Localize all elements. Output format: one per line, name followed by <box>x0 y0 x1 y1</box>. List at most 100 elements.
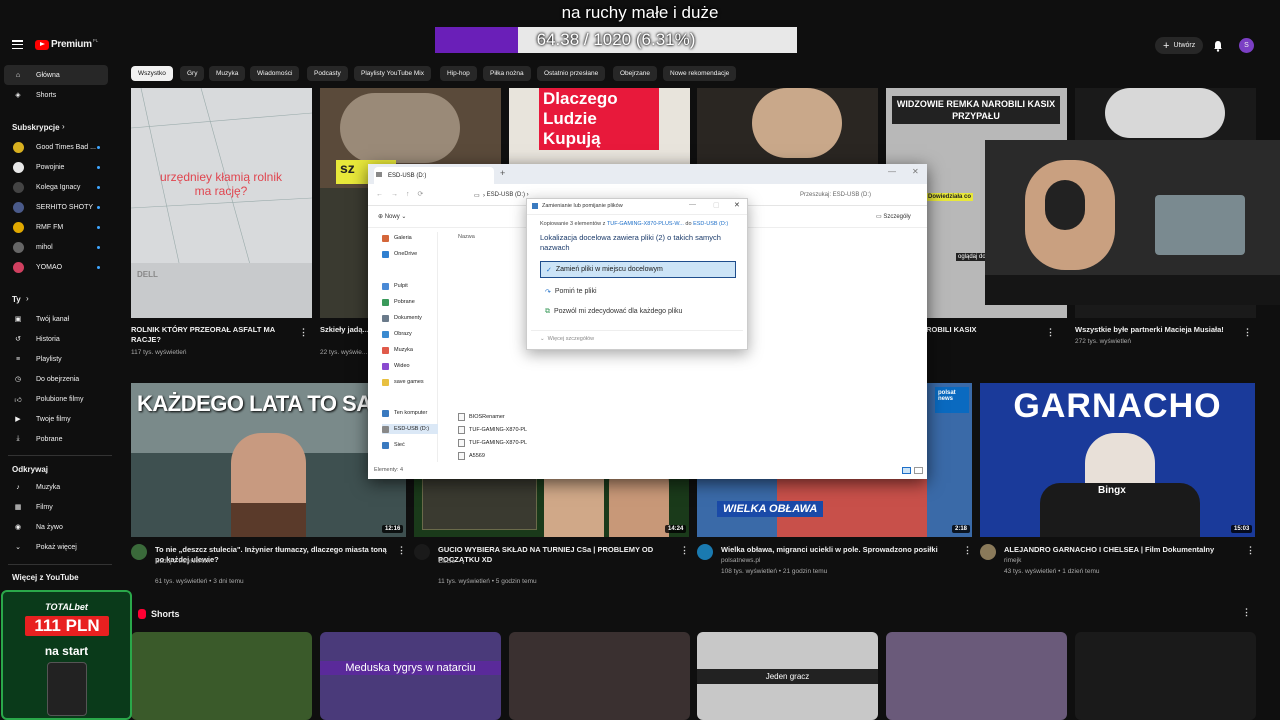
more-details-toggle[interactable]: ⌄ Więcej szczegółów <box>540 336 594 342</box>
video-title[interactable]: GUCIO WYBIERA SKŁAD NA TURNIEJ CSa | PRO… <box>438 545 670 565</box>
dialog-minimize-icon[interactable]: — <box>689 201 696 208</box>
sidebar-item-muzyka[interactable]: ♪ Muzyka <box>4 477 108 497</box>
minimize-icon[interactable]: — <box>888 167 896 176</box>
more-options-icon[interactable]: ⋮ <box>680 545 689 556</box>
sidebar-item-pokaż-więcej[interactable]: ⌄ Pokaż więcej <box>4 537 108 557</box>
sidebar-item-główna[interactable]: ⌂ Główna <box>4 65 108 85</box>
short-thumbnail[interactable]: Jeden gracz <box>697 632 878 720</box>
sidebar-item-rmf-fm[interactable]: RMF FM <box>4 217 108 237</box>
channel-avatar[interactable] <box>414 544 430 560</box>
channel-name[interactable]: rimejk <box>1004 556 1021 566</box>
sidebar-item-twój-kanał[interactable]: ▣ Twój kanał <box>4 309 108 329</box>
chip-piłka-nożna[interactable]: Piłka nożna <box>483 66 531 81</box>
ad-banner[interactable]: TOTALbet 111 PLN na start <box>1 590 132 720</box>
skip-files-option[interactable]: ↷ Pomiń te pliki <box>540 283 736 300</box>
nav-item-muzyka[interactable]: Muzyka <box>382 345 413 355</box>
nav-item-dokumenty[interactable]: Dokumenty <box>382 313 422 323</box>
menu-icon[interactable] <box>12 40 23 50</box>
sidebar-item-polubione-filmy[interactable]: 👍︎ Polubione filmy <box>4 389 108 409</box>
video-title[interactable]: ALEJANDRO GARNACHO I CHELSEA | Film Doku… <box>1004 545 1236 555</box>
chip-wszystko[interactable]: Wszystko <box>131 66 173 81</box>
video-title[interactable]: ROLNIK KTÓRY PRZEORAŁ ASFALT MA RACJE? <box>131 325 286 345</box>
nav-item-pobrane[interactable]: Pobrane <box>382 297 415 307</box>
more-options-icon[interactable]: ⋮ <box>299 327 308 338</box>
chip-playlisty-youtube-mix[interactable]: Playlisty YouTube Mix <box>354 66 431 81</box>
short-thumbnail[interactable]: Meduska tygrys w natarciu <box>320 632 501 720</box>
channel-avatar[interactable] <box>980 544 996 560</box>
more-options-icon[interactable]: ⋮ <box>1046 327 1055 338</box>
short-thumbnail[interactable] <box>131 632 312 720</box>
bell-icon[interactable] <box>1213 39 1223 52</box>
details-view-icon[interactable] <box>902 467 911 474</box>
sidebar-item-twoje-filmy[interactable]: ▶ Twoje filmy <box>4 409 108 429</box>
avatar[interactable]: S <box>1239 38 1254 53</box>
sidebar-item-serhito-shoty[interactable]: SERHITO SHOTY <box>4 197 108 217</box>
nav-item-galeria[interactable]: Galeria <box>382 233 412 243</box>
sidebar-item-kolega-ignacy[interactable]: Kolega Ignacy <box>4 177 108 197</box>
channel-avatar[interactable] <box>697 544 713 560</box>
details-button[interactable]: ▭ Szczegóły <box>876 213 911 220</box>
chip-gry[interactable]: Gry <box>180 66 205 81</box>
subscriptions-header[interactable]: Subskrypcje <box>12 123 60 132</box>
new-button[interactable]: ⊕ Nowy ⌄ <box>378 213 406 220</box>
nav-arrows[interactable]: ←→↑⟳ <box>376 190 431 198</box>
nav-item-onedrive[interactable]: OneDrive <box>382 249 417 259</box>
chip-nowe-rekomendacje[interactable]: Nowe rekomendacje <box>663 66 737 81</box>
more-options-icon[interactable]: ⋮ <box>397 545 406 556</box>
search-input[interactable]: Przeszukaj: ESD-USB (D:) <box>796 188 920 202</box>
sidebar-item-powojnie[interactable]: Powojnie <box>4 157 108 177</box>
nav-item-obrazy[interactable]: Obrazy <box>382 329 412 339</box>
video-title[interactable]: Wszystkie byłe partnerki Macieja Musiała… <box>1075 325 1230 335</box>
nav-item-sie-[interactable]: Sieć <box>382 440 405 450</box>
sidebar-item-yomao[interactable]: YOMAO <box>4 257 108 277</box>
video-thumbnail-r2-4[interactable]: GARNACHO Bingx <box>980 383 1255 537</box>
more-options-icon[interactable]: ⋮ <box>963 545 972 556</box>
chip-obejrzane[interactable]: Obejrzane <box>613 66 657 81</box>
sidebar-item-playlisty[interactable]: ≡ Playlisty <box>4 349 108 369</box>
channel-avatar[interactable] <box>131 544 147 560</box>
chip-wiadomości[interactable]: Wiadomości <box>250 66 300 81</box>
file-row[interactable]: A5569 <box>458 450 485 461</box>
more-options-icon[interactable]: ⋮ <box>1246 545 1255 556</box>
chip-ostatnio-przesłane[interactable]: Ostatnio przesłane <box>537 66 606 81</box>
nav-item-save-games[interactable]: save games <box>382 377 424 387</box>
sidebar-item-filmy[interactable]: ▦ Filmy <box>4 497 108 517</box>
channel-name[interactable]: polsatnews.pl <box>721 556 760 566</box>
chip-muzyka[interactable]: Muzyka <box>209 66 246 81</box>
sidebar-item-mihol[interactable]: mihol <box>4 237 108 257</box>
create-button[interactable]: + Utwórz <box>1155 37 1204 54</box>
sidebar-item-do-obejrzenia[interactable]: ◷ Do obejrzenia <box>4 369 108 389</box>
chip-podcasty[interactable]: Podcasty <box>307 66 348 81</box>
replace-files-option[interactable]: ✓ Zamień pliki w miejscu docelowym <box>540 261 736 278</box>
nav-item-ten-komputer[interactable]: Ten komputer <box>382 408 427 418</box>
chip-hip-hop[interactable]: Hip-hop <box>440 66 477 81</box>
nav-item-esd-usb-d-[interactable]: ESD-USB (D:) <box>382 424 438 434</box>
channel-name[interactable]: Buduj z Inżynierem <box>155 557 210 567</box>
sidebar-item-good-times-bad-[interactable]: Good Times Bad ... <box>4 137 108 157</box>
sidebar-item-pobrane[interactable]: ⤓ Pobrane <box>4 429 108 449</box>
column-name[interactable]: Nazwa <box>458 234 475 240</box>
file-row[interactable]: TUF-GAMING-X870-PL <box>458 437 527 448</box>
more-options-icon[interactable]: ⋮ <box>1243 327 1252 338</box>
file-row[interactable]: BIOSRenamer <box>458 411 505 422</box>
short-thumbnail[interactable] <box>886 632 1067 720</box>
tab-esd-usb[interactable]: ESD-USB (D:) <box>374 167 494 184</box>
close-icon[interactable]: ✕ <box>912 167 919 176</box>
short-thumbnail[interactable] <box>509 632 690 720</box>
video-title[interactable]: Wielka obława, migranci uciekli w pole. … <box>721 545 961 555</box>
file-row[interactable]: TUF-GAMING-X870-PL <box>458 424 527 435</box>
video-thumbnail-1[interactable]: urzędniey kłamią rolnik ma rację? DELL <box>131 88 312 318</box>
youtube-logo[interactable]: Premium PL <box>35 38 98 50</box>
new-tab-icon[interactable]: + <box>500 168 505 178</box>
nav-item-pulpit[interactable]: Pulpit <box>382 281 408 291</box>
sidebar-item-na-żywo[interactable]: ◉ Na żywo <box>4 517 108 537</box>
tiles-view-icon[interactable] <box>914 467 923 474</box>
copy-source-link[interactable]: TUF-GAMING-X870-PLUS-W... <box>607 221 684 227</box>
copy-destination-link[interactable]: ESD-USB (D:) <box>693 221 728 227</box>
you-header[interactable]: Ty <box>12 295 21 304</box>
shorts-more-icon[interactable]: ⋮ <box>1242 607 1251 618</box>
nav-item-wideo[interactable]: Wideo <box>382 361 410 371</box>
sidebar-item-shorts[interactable]: ◈ Shorts <box>4 85 108 105</box>
sidebar-item-historia[interactable]: ↺ Historia <box>4 329 108 349</box>
video-thumbnail-r2-1[interactable]: KAŻDEGO LATA TO SA <box>131 383 406 537</box>
